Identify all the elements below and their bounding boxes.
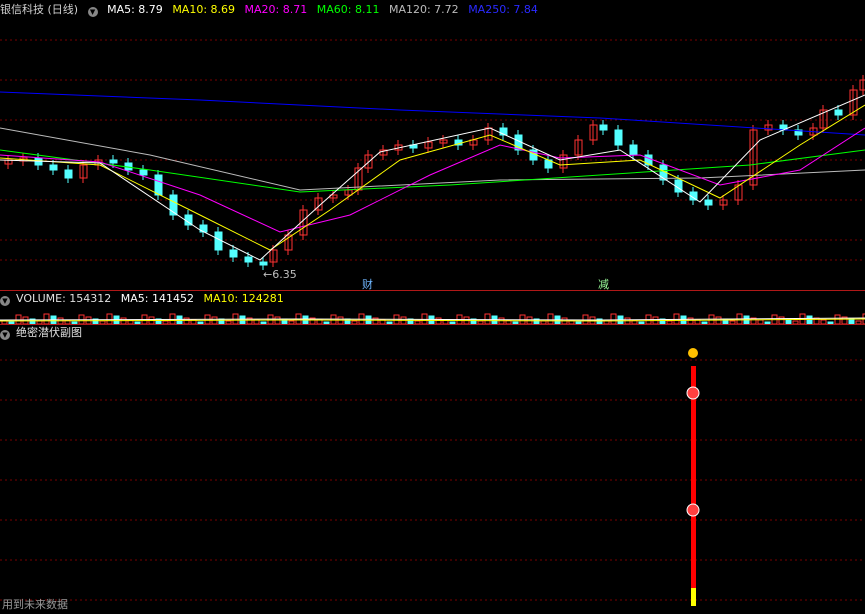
panel-separator[interactable] (0, 324, 865, 325)
low-price-label: ←6.35 (263, 268, 297, 281)
volume-bar (547, 313, 554, 325)
signal-bar-yellow (691, 588, 696, 606)
volume-bar (484, 313, 491, 325)
volume-ma5-label: MA5: 141452 (120, 292, 194, 305)
candle-body (49, 164, 58, 171)
candle-body (614, 129, 623, 146)
signal-ball (686, 386, 700, 400)
candle-body (229, 249, 238, 258)
indicator-panel-header: ▼ 绝密潜伏副图 (0, 325, 88, 341)
ma250-line (0, 91, 865, 136)
signal-ball (686, 503, 700, 517)
candle-body (599, 124, 608, 131)
candle-body (629, 144, 638, 156)
candle-body (259, 261, 268, 266)
chevron-down-icon[interactable]: ▼ (0, 330, 10, 340)
candle-body (64, 169, 73, 179)
indicator-title: 绝密潜伏副图 (16, 326, 82, 339)
volume-panel-header: ▼ VOLUME: 154312 MA5: 141452 MA10: 124281 (0, 291, 290, 307)
candle-body (704, 199, 713, 206)
candle-body (109, 159, 118, 164)
volume-bar (106, 313, 113, 325)
candle-body (834, 109, 843, 116)
volume-bar (610, 313, 617, 325)
volume-label: VOLUME: 154312 (16, 292, 112, 305)
candle-body (244, 256, 253, 263)
volume-bar (43, 313, 50, 325)
chevron-down-icon[interactable]: ▼ (0, 296, 10, 306)
future-data-notice: 用到未来数据 (2, 598, 68, 611)
candle-body (154, 174, 163, 196)
chart-canvas[interactable] (0, 0, 865, 614)
volume-bar (778, 316, 785, 325)
ma120-line (0, 127, 865, 191)
volume-ma10-label: MA10: 124281 (203, 292, 284, 305)
candle-body (139, 169, 148, 176)
volume-bar (806, 315, 813, 325)
signal-top-dot (688, 348, 698, 358)
